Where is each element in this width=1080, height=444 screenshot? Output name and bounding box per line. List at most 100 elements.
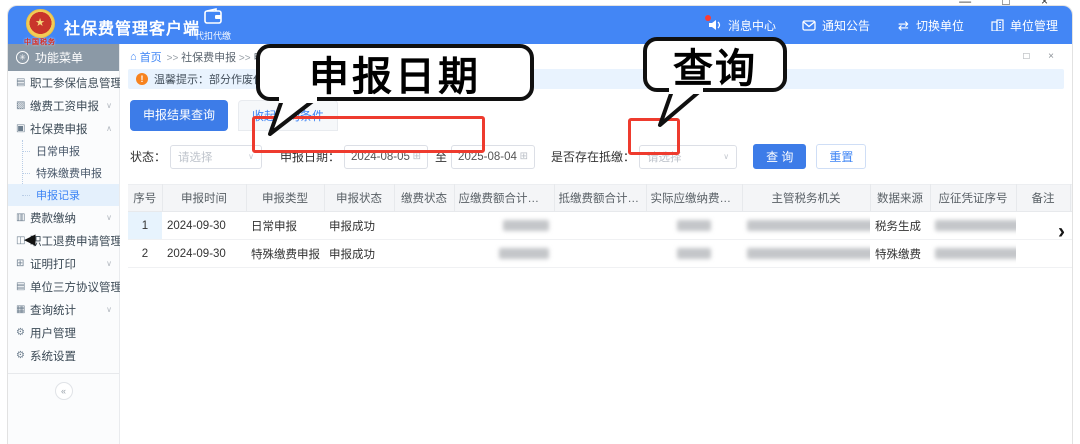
national-emblem-icon: ★ xyxy=(26,9,55,38)
chevron-down-icon: ∨ xyxy=(106,259,112,268)
table-cell: 2 xyxy=(128,240,162,268)
screenshot-root: — □ × ★ 中国税务 社保费管理客户端 代扣代缴 消息中心 通知公告 ⇄切换单位… xyxy=(0,0,1080,444)
os-window-controls[interactable]: — □ × xyxy=(959,0,1062,8)
column-header: 缴费状态 xyxy=(394,185,454,212)
table-cell xyxy=(554,240,646,268)
topnav-switch-unit-label: 切换单位 xyxy=(916,17,964,34)
topnav-message-center[interactable]: 消息中心 xyxy=(708,17,776,34)
table-cell xyxy=(646,212,742,240)
table-row: 22024-09-30特殊缴费申报申报成功特殊缴费查看 xyxy=(128,240,1073,268)
print-icon: ⊞ xyxy=(16,258,30,269)
table-cell: 2024-09-30 xyxy=(162,240,246,268)
table-cell: 日常申报 xyxy=(246,212,324,240)
date-to-input[interactable]: 2025-08-04 ⊞ xyxy=(451,145,535,169)
topnav-switch-unit[interactable]: ⇄切换单位 xyxy=(896,17,964,34)
column-header: 主管税务机关 xyxy=(742,185,870,212)
table-cell xyxy=(742,212,870,240)
redacted-value xyxy=(935,220,1016,231)
cursor-arrow-icon: ◀ xyxy=(24,230,36,248)
card-icon: ▥ xyxy=(16,212,30,223)
sidebar-item-label: 职工退费申请管理 xyxy=(30,233,122,249)
topnav-withholding[interactable]: 代扣代缴 xyxy=(186,8,240,44)
breadcrumb-separator: >> xyxy=(167,53,181,64)
doc-icon: ▣ xyxy=(16,123,30,134)
sidebar-collapse-button[interactable]: « xyxy=(55,382,73,400)
date-from-input[interactable]: 2024-08-05 ⊞ xyxy=(344,145,428,169)
breadcrumb-home[interactable]: ⌂ 首页 xyxy=(130,49,162,65)
topnav-unit-management[interactable]: 单位管理 xyxy=(990,17,1058,34)
column-header: 实际应缴纳费额合计（... xyxy=(646,185,742,212)
topnav-announcements-label: 通知公告 xyxy=(822,17,870,34)
sidebar-item-label: 费款缴纳 xyxy=(30,210,76,226)
query-button[interactable]: 查 询 xyxy=(753,144,806,169)
sidebar-subitem[interactable]: 申报记录 xyxy=(8,184,119,206)
panel-window-controls[interactable]: □ × xyxy=(1023,51,1062,62)
breadcrumb-item[interactable]: 社保费申报 xyxy=(181,52,236,64)
sidebar-menu: ▤职工参保信息管理▧缴费工资申报∨▣社保费申报∧日常申报特殊缴费申报申报记录▥费… xyxy=(8,71,119,367)
sidebar-item-3[interactable]: ▣社保费申报∧ xyxy=(8,117,119,140)
date-label: 申报日期： xyxy=(280,148,340,165)
status-select[interactable]: 请选择 ∨ xyxy=(170,145,262,169)
app-title: 社保费管理客户端 xyxy=(64,15,200,39)
table-cell: 查看 xyxy=(1070,240,1073,268)
sidebar-item-4[interactable]: ▥费款缴纳 ∨ xyxy=(8,206,119,229)
column-header: 序号 xyxy=(128,185,162,212)
sidebar-item-8[interactable]: ▦查询统计∨ xyxy=(8,298,119,321)
table-cell xyxy=(554,212,646,240)
table-cell xyxy=(394,212,454,240)
sidebar-item-7[interactable]: ▤单位三方协议管理 xyxy=(8,275,119,298)
scroll-right-chevron[interactable]: › xyxy=(1058,220,1065,244)
chevron-down-icon: ∨ xyxy=(106,305,112,314)
sidebar-item-5[interactable]: ◫职工退费申请管理◀ xyxy=(8,229,119,252)
sidebar-subitem[interactable]: 特殊缴费申报 xyxy=(8,162,119,184)
filter-bar: 状态： 请选择 ∨ 申报日期： 2024-08-05 ⊞ 至 2025-08-0… xyxy=(130,144,1072,169)
column-header: 申报类型 xyxy=(246,185,324,212)
sidebar-item-10[interactable]: ⚙系统设置 xyxy=(8,344,119,367)
sidebar: ✳ 功能菜单 ▤职工参保信息管理▧缴费工资申报∨▣社保费申报∧日常申报特殊缴费申… xyxy=(8,44,120,444)
gear-icon: ⚙ xyxy=(16,327,30,338)
table-cell xyxy=(930,212,1016,240)
table-cell: 2024-09-30 xyxy=(162,212,246,240)
reset-button[interactable]: 重置 xyxy=(816,144,866,169)
sidebar-item-label: 系统设置 xyxy=(30,348,76,364)
calendar-icon: ⊞ xyxy=(520,151,528,162)
table-cell: 特殊缴费申报 xyxy=(246,240,324,268)
result-tabs: 申报结果查询收起查询条件 xyxy=(130,100,1072,131)
topnav-message-center-label: 消息中心 xyxy=(728,17,776,34)
tab-2[interactable]: 收起查询条件 xyxy=(238,100,338,131)
sidebar-divider xyxy=(8,373,119,374)
sidebar-submenu: 日常申报特殊缴费申报申报记录 xyxy=(8,140,119,206)
status-label: 状态： xyxy=(130,148,166,165)
sidebar-item-1[interactable]: ▤职工参保信息管理 xyxy=(8,71,119,94)
topnav-unit-management-label: 单位管理 xyxy=(1010,17,1058,34)
menu-wheel-icon: ✳ xyxy=(16,51,29,64)
sidebar-item-6[interactable]: ⊞证明打印 ∨ xyxy=(8,252,119,275)
sidebar-item-label: 单位三方协议管理 xyxy=(30,279,122,295)
records-table: 序号申报时间申报类型申报状态缴费状态应缴费额合计（元）抵缴费额合计（元）实际应缴… xyxy=(128,184,1073,268)
table-header-row: 序号申报时间申报类型申报状态缴费状态应缴费额合计（元）抵缴费额合计（元）实际应缴… xyxy=(128,185,1073,212)
table-cell: 1 xyxy=(128,212,162,240)
chevron-down-icon: ∨ xyxy=(106,213,112,222)
sidebar-item-9[interactable]: ⚙用户管理 xyxy=(8,321,119,344)
table-cell xyxy=(930,240,1016,268)
sidebar-item-label: 证明打印 xyxy=(30,256,76,272)
home-icon: ⌂ xyxy=(130,51,137,63)
column-header: 应缴费额合计（元） xyxy=(454,185,554,212)
sidebar-item-2[interactable]: ▧缴费工资申报∨ xyxy=(8,94,119,117)
table-cell xyxy=(394,240,454,268)
chevron-down-icon: ∨ xyxy=(723,152,729,161)
table-cell xyxy=(742,240,870,268)
edit-icon: ▧ xyxy=(16,100,30,111)
topnav-announcements[interactable]: 通知公告 xyxy=(802,17,870,34)
redacted-value xyxy=(935,248,1016,259)
tab-1[interactable]: 申报结果查询 xyxy=(130,100,228,131)
main-panel: ⌂ 首页 >> 社保费申报 >> 申报记录 □ × ! 温馨提示：部分作废仅支持… xyxy=(120,44,1072,444)
column-header: 操作 xyxy=(1070,185,1073,212)
breadcrumb-separator: >> xyxy=(236,53,253,64)
deduction-select[interactable]: 请选择 ∨ xyxy=(639,145,737,169)
table-cell: 申报成功 xyxy=(324,240,394,268)
sidebar-subitem[interactable]: 日常申报 xyxy=(8,140,119,162)
tax-emblem-logo: ★ 中国税务 xyxy=(20,9,60,47)
table-cell xyxy=(646,240,742,268)
redacted-value xyxy=(677,248,711,259)
